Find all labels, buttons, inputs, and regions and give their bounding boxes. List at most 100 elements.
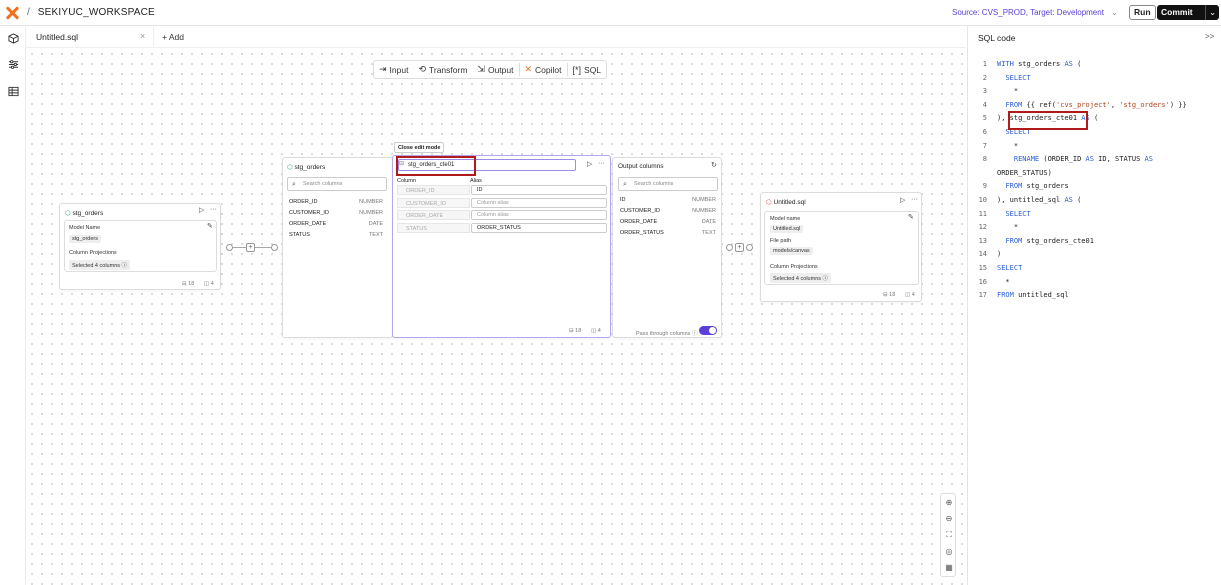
code-line: SELECT [997, 264, 1023, 272]
column-count: ◫ 4 [905, 292, 915, 298]
pencil-icon[interactable]: ✎ [908, 213, 914, 221]
zoom-in-icon[interactable]: ⊕ [944, 498, 954, 507]
copilot-button[interactable]: ✕ Copilot [520, 61, 567, 78]
add-tab-button[interactable]: + Add [162, 32, 184, 42]
workspace-name[interactable]: SEKIYUC_WORKSPACE [38, 7, 155, 18]
environment-selector[interactable]: Source: CVS_PROD, Target: Development ⌄ [952, 8, 1118, 17]
column-type: TEXT [368, 232, 383, 238]
search-icon: ⌕ [292, 181, 296, 188]
canvas-toolbar: ⇥ Input ⟲ Transform ⇲ Output ✕ Copilot [*] SQ… [373, 60, 608, 79]
play-icon[interactable]: ▷ [199, 206, 204, 214]
model-name-chip: stg_orders [69, 235, 101, 243]
connector-port[interactable] [271, 244, 278, 251]
add-node-button[interactable]: + [735, 243, 744, 252]
file-icon: ⬡ [766, 199, 772, 206]
projections-chip[interactable]: Selected 4 columns ⓘ [69, 260, 131, 270]
column-name: CUSTOMER_ID [620, 208, 660, 214]
column-type: NUMBER [692, 208, 716, 214]
commit-button[interactable]: Commit ⌄ [1157, 5, 1219, 20]
refresh-icon[interactable]: ↻ [711, 161, 717, 169]
model-card: Model name ✎ Untitled.sql File path mode… [764, 211, 919, 285]
grid-icon[interactable]: ▦ [944, 563, 954, 572]
highlight-box [1008, 111, 1088, 130]
node-title-text: stg_orders [72, 210, 104, 217]
model-card: Model Name ✎ stg_orders Column Projectio… [64, 220, 217, 272]
sql-button[interactable]: [*] SQL [568, 61, 607, 78]
line-number: 9 [982, 182, 987, 191]
output-columns-node[interactable]: Output columns ↻ ⌕ Search columns ID NUMB… [612, 157, 722, 338]
column-name: ORDER_STATUS [620, 230, 664, 236]
cube-icon[interactable] [7, 33, 19, 45]
connector-port[interactable] [746, 244, 753, 251]
tab-title: Untitled.sql [36, 32, 79, 42]
alias-input[interactable]: Column alias [471, 198, 607, 208]
close-edit-mode-tooltip[interactable]: Close edit mode [394, 142, 445, 153]
column-count: ◫ 4 [204, 281, 214, 287]
search-placeholder: Search columns [634, 181, 674, 187]
node-title: ⬡ Untitled.sql [766, 198, 806, 206]
column-name: CUSTOMER_ID [289, 210, 329, 216]
alias-input[interactable]: Column alias [471, 210, 607, 220]
alias-input[interactable]: ID [471, 185, 607, 195]
pass-through-toggle[interactable] [699, 326, 717, 335]
code-line: SELECT [1005, 209, 1031, 218]
output-label: Output [487, 64, 514, 75]
alias-input[interactable]: ORDER_STATUS [471, 223, 607, 233]
line-number: 16 [978, 277, 987, 286]
fit-view-icon[interactable]: ⛶ [944, 530, 954, 540]
input-node-stg-orders[interactable]: ⬡ stg_orders ⌕ Search columns ORDER_ID NU… [282, 157, 393, 338]
commit-dropdown-icon[interactable]: ⌄ [1205, 5, 1219, 20]
transform-label: Transform [429, 64, 468, 75]
run-button[interactable]: Run [1129, 5, 1156, 20]
add-node-button[interactable]: + [246, 243, 255, 252]
node-title: ⬡ stg_orders [65, 209, 103, 217]
alias-header: Alias [470, 178, 482, 184]
column-type: NUMBER [359, 210, 383, 216]
column-header: Column [397, 178, 416, 184]
copilot-icon: ✕ [524, 64, 533, 74]
connector-port[interactable] [726, 244, 733, 251]
line-number: 2 [982, 73, 987, 82]
settings-sliders-icon[interactable] [7, 59, 19, 71]
line-number: 14 [978, 250, 987, 259]
code-line: * [997, 87, 1019, 96]
more-icon[interactable]: ··· [210, 206, 217, 213]
line-number: 10 [978, 196, 987, 204]
play-icon[interactable]: ▷ [587, 160, 592, 168]
search-input[interactable]: ⌕ Search columns [287, 177, 387, 191]
commit-label: Commit [1161, 7, 1193, 17]
table-icon[interactable] [7, 86, 19, 98]
close-icon[interactable]: × [140, 31, 145, 41]
output-button[interactable]: ⇲ Output [472, 61, 518, 78]
play-icon[interactable]: ▷ [900, 196, 905, 204]
line-number: 8 [982, 155, 987, 164]
app-logo-icon[interactable] [5, 6, 19, 20]
line-number: 15 [978, 264, 987, 272]
code-line: RENAME (ORDER_ID AS ID, STATUS AS [1013, 155, 1153, 164]
tab-bar: Untitled.sql × + Add [26, 26, 966, 48]
transform-node-edit[interactable]: ▷ ··· Column Alias ORDER_ID ID CUSTOMER_… [392, 155, 611, 338]
code-line: ORDER_STATUS) [997, 168, 1052, 177]
code-line: * [997, 277, 1010, 286]
pencil-icon[interactable]: ✎ [207, 222, 213, 230]
input-button[interactable]: ⇥ Input [374, 61, 413, 78]
transform-button[interactable]: ⟲ Transform [413, 61, 472, 78]
code-line: FROM stg_orders_cte01 [1005, 236, 1094, 245]
target-node-untitled-sql[interactable]: ⬡ Untitled.sql ▷ ··· Model name ✎ Untitl… [760, 192, 922, 302]
tab-untitled-sql[interactable]: Untitled.sql × [26, 26, 154, 48]
code-line: ) [997, 250, 1002, 259]
connector-port[interactable] [226, 244, 233, 251]
column-type: DATE [368, 221, 383, 227]
projections-chip[interactable]: Selected 4 columns ⓘ [770, 273, 832, 283]
column-name: ORDER_ID [289, 199, 318, 205]
collapse-panel-icon[interactable]: >> [1205, 32, 1214, 41]
line-number: 6 [982, 128, 987, 136]
zoom-out-icon[interactable]: ⊖ [944, 514, 954, 523]
center-icon[interactable]: ◎ [944, 547, 954, 556]
source-node-stg-orders[interactable]: ⬡ stg_orders ▷ ··· Model Name ✎ stg_orde… [59, 203, 221, 290]
top-bar: / SEKIYUC_WORKSPACE Source: CVS_PROD, Ta… [0, 0, 1221, 26]
more-icon[interactable]: ··· [911, 196, 918, 203]
more-icon[interactable]: ··· [598, 160, 605, 167]
search-input[interactable]: ⌕ Search columns [618, 177, 718, 191]
left-rail [0, 26, 26, 585]
